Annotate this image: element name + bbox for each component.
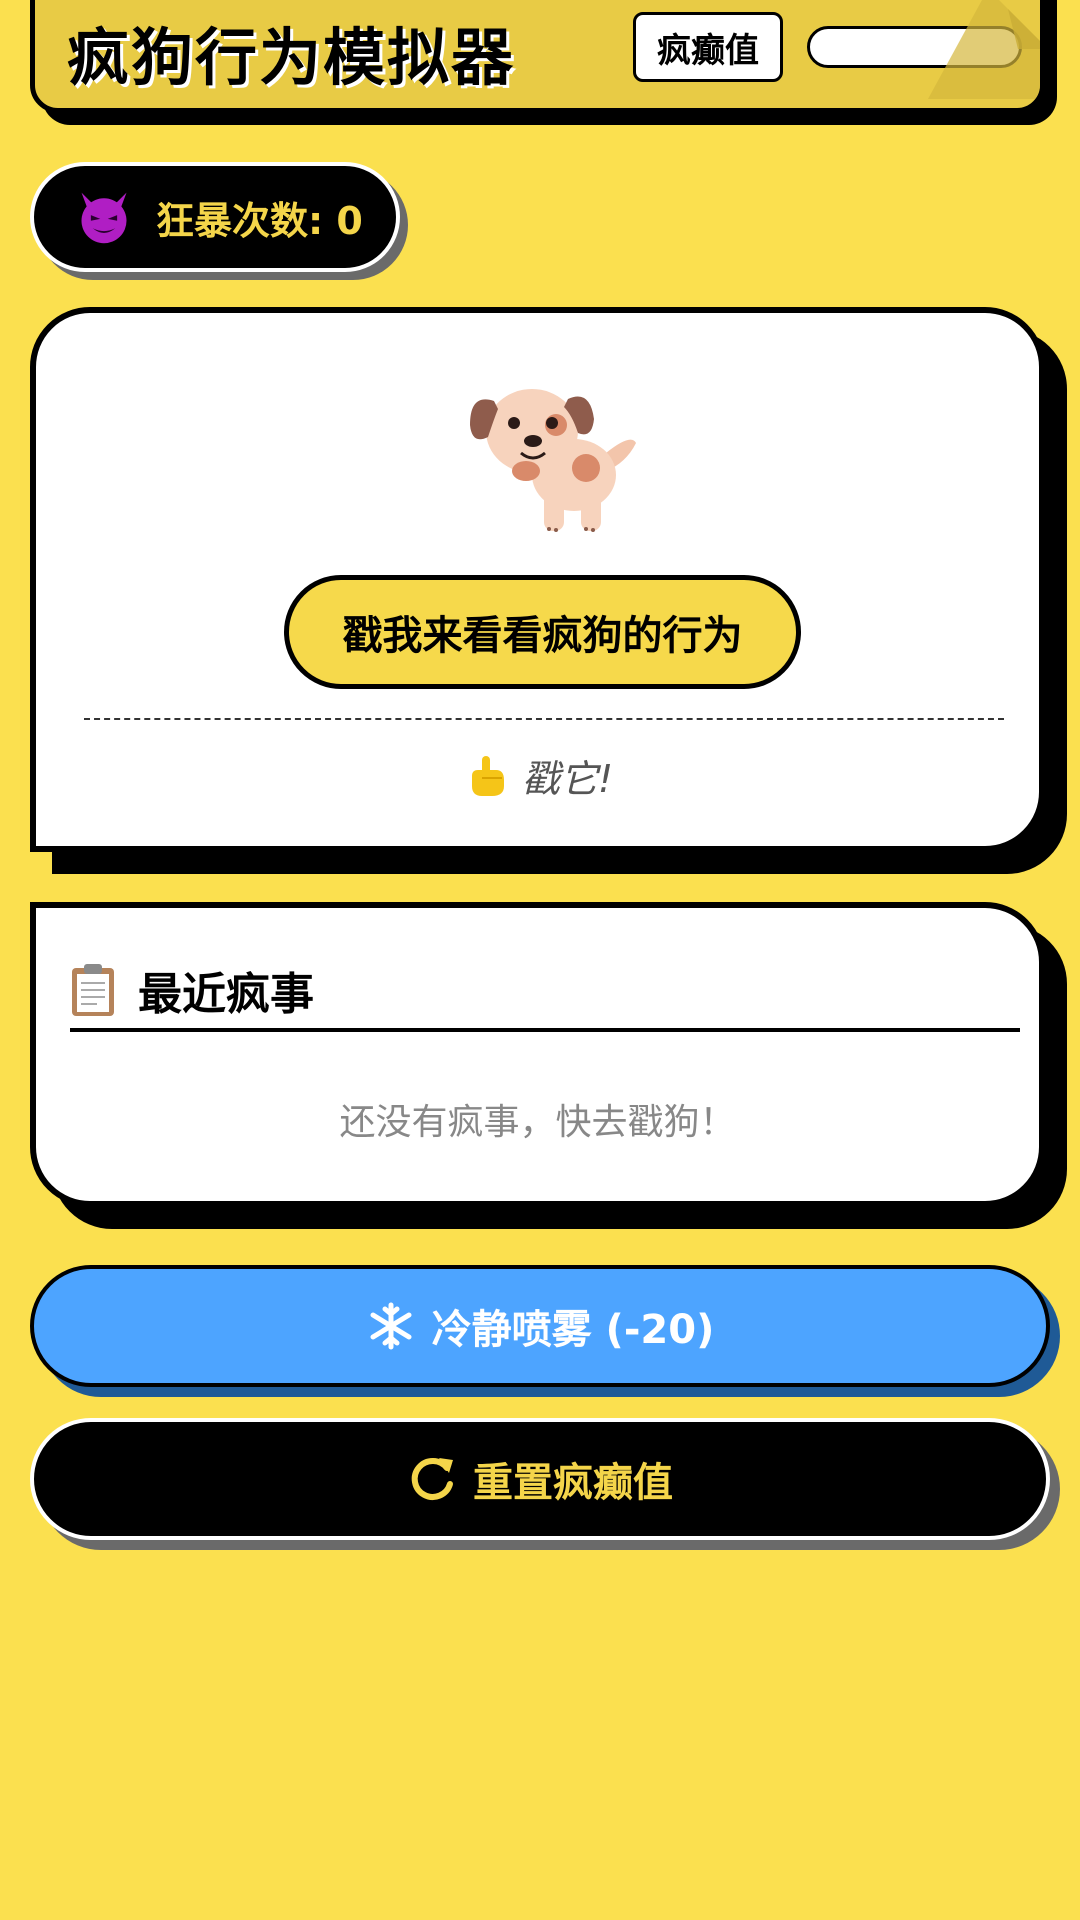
recent-events-header: 最近疯事 bbox=[70, 958, 314, 1022]
devil-face-icon bbox=[81, 192, 127, 244]
calm-spray-button[interactable]: 冷静喷雾 (-20) bbox=[30, 1265, 1050, 1387]
reset-arrow-icon bbox=[411, 1457, 453, 1500]
poke-dog-button[interactable]: 戳我来看看疯狗的行为 bbox=[284, 575, 801, 689]
recent-events-empty-text: 还没有疯事，快去戳狗！ bbox=[339, 1102, 736, 1143]
poke-hint-text: 戳它! bbox=[521, 757, 614, 801]
reset-madness-button[interactable]: 重置疯癫值 bbox=[30, 1418, 1050, 1540]
card-divider bbox=[84, 718, 1004, 720]
recent-events-card: 最近疯事 还没有疯事，快去戳狗！ bbox=[30, 902, 1045, 1207]
clipboard-icon bbox=[72, 964, 114, 1016]
madness-meter-label: 疯癫值 bbox=[633, 12, 783, 82]
dog-icon[interactable] bbox=[456, 363, 656, 538]
corner-decoration-icon bbox=[928, 0, 1040, 99]
app-title: 疯狗行为模拟器 bbox=[67, 21, 516, 94]
snowflake-icon bbox=[370, 1302, 412, 1350]
recent-events-rule bbox=[70, 1028, 1020, 1032]
pointing-hand-icon bbox=[471, 755, 504, 796]
app-header: 疯狗行为模拟器 疯癫值 bbox=[30, 0, 1045, 113]
reset-madness-label: 重置疯癫值 bbox=[473, 1460, 673, 1506]
dog-card: 戳我来看看疯狗的行为 戳它! bbox=[30, 307, 1045, 852]
rage-count-text: 狂暴次数: 0 bbox=[156, 198, 363, 243]
recent-events-title: 最近疯事 bbox=[138, 969, 314, 1020]
rage-counter: 狂暴次数: 0 bbox=[30, 162, 400, 272]
calm-spray-label: 冷静喷雾 (-20) bbox=[431, 1307, 715, 1353]
poke-hint: 戳它! bbox=[36, 748, 1039, 803]
